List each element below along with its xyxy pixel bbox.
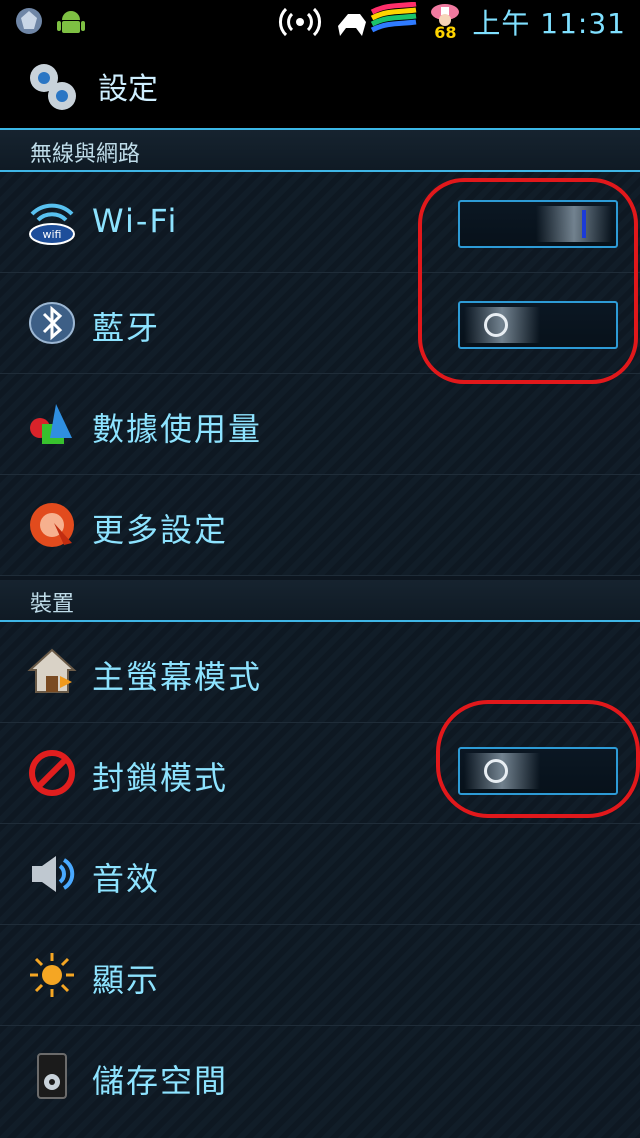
- annotation-circle-block-toggle: [436, 700, 640, 818]
- rainbow-horse-icon: [338, 2, 417, 36]
- section-header-label: 裝置: [30, 592, 75, 617]
- settings-gear-icon: [30, 64, 76, 110]
- more-settings-label: 更多設定: [92, 511, 229, 549]
- bluetooth-icon: [29, 302, 75, 344]
- battery-level: 68: [434, 23, 457, 42]
- android-icon: [57, 11, 85, 33]
- clock: 上午 11:31: [472, 7, 626, 40]
- wifi-icon: wifi: [29, 203, 75, 245]
- settings-item-display[interactable]: 顯示: [0, 925, 640, 1026]
- annotation-circle-wireless-toggles: [418, 178, 638, 384]
- section-header-label: 無線與網路: [30, 142, 141, 167]
- settings-item-data-usage[interactable]: 數據使用量: [0, 374, 640, 475]
- data-usage-label: 數據使用量: [92, 410, 263, 448]
- display-label: 顯示: [92, 961, 161, 999]
- section-header-wireless: 無線與網路: [0, 130, 640, 172]
- storage-icon: [37, 1053, 67, 1099]
- settings-item-storage[interactable]: 儲存空間: [0, 1026, 640, 1138]
- more-settings-icon: [30, 503, 74, 547]
- signal-broadcast-icon: [279, 7, 322, 37]
- section-header-device: 裝置: [0, 580, 640, 622]
- storage-label: 儲存空間: [92, 1062, 229, 1100]
- brightness-icon: [30, 953, 74, 997]
- block-icon: [29, 750, 75, 796]
- home-icon: [27, 648, 77, 693]
- home-mode-label: 主螢幕模式: [92, 658, 263, 696]
- speaker-icon: [32, 856, 75, 892]
- bluetooth-label: 藍牙: [92, 309, 161, 347]
- sound-label: 音效: [92, 860, 161, 898]
- data-usage-icon: [30, 404, 72, 444]
- page-title: 設定: [98, 72, 158, 107]
- settings-item-sound[interactable]: 音效: [0, 824, 640, 925]
- settings-item-more[interactable]: 更多設定: [0, 475, 640, 576]
- svg-text:wifi: wifi: [43, 228, 62, 241]
- block-mode-label: 封鎖模式: [92, 759, 229, 797]
- title-bar: 設定: [0, 42, 640, 130]
- wifi-label: Wi-Fi: [92, 202, 179, 240]
- launcher-icon: [16, 8, 42, 34]
- battery-indicator: 68: [428, 4, 462, 42]
- status-bar: 68 上午 11:31: [0, 0, 640, 42]
